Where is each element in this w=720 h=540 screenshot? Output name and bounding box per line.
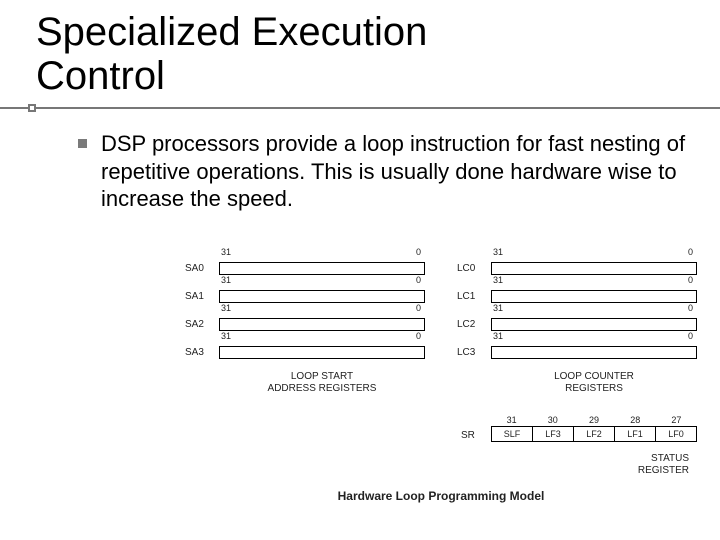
counter-column: LC0 31 0 LC1 31 0 LC2 31 0 (457, 247, 697, 394)
bit-high: 31 (221, 303, 231, 313)
sr-cell: LF0 (656, 427, 696, 441)
register-row: LC3 31 0 (457, 331, 697, 359)
bit-low: 0 (688, 331, 693, 341)
sr-cell: LF3 (533, 427, 574, 441)
bit-high: 31 (221, 331, 231, 341)
bit-high: 31 (493, 247, 503, 257)
sr-caption: STATUS REGISTER (457, 453, 697, 476)
register-box (491, 290, 697, 303)
register-row: LC2 31 0 (457, 303, 697, 331)
caption-line: REGISTER (638, 465, 689, 476)
register-diagram: SA0 31 0 SA1 31 0 SA2 31 0 (185, 247, 697, 394)
register-row: SA3 31 0 (185, 331, 425, 359)
body-text: DSP processors provide a loop instructio… (101, 130, 690, 213)
register-box (219, 290, 425, 303)
caption-line: LOOP START (291, 371, 353, 382)
register-row: SA2 31 0 (185, 303, 425, 331)
bit-low: 0 (688, 303, 693, 313)
register-columns: SA0 31 0 SA1 31 0 SA2 31 0 (185, 247, 697, 394)
bit-low: 0 (416, 275, 421, 285)
sr-bit-numbers: 31 30 29 28 27 (491, 415, 697, 425)
register-label: LC1 (457, 291, 475, 302)
slide: Specialized Execution Control DSP proces… (0, 0, 720, 540)
register-box (491, 318, 697, 331)
register-label: LC0 (457, 263, 475, 274)
sr-bit: 31 (491, 415, 532, 425)
title-line-2: Control (36, 54, 165, 98)
register-box (219, 262, 425, 275)
sr-bit: 28 (615, 415, 656, 425)
bit-low: 0 (688, 247, 693, 257)
slide-title: Specialized Execution Control (0, 0, 720, 104)
bit-high: 31 (493, 275, 503, 285)
figure-caption: Hardware Loop Programming Model (185, 489, 697, 503)
register-label: SA2 (185, 319, 204, 330)
body-paragraph: DSP processors provide a loop instructio… (0, 130, 720, 213)
register-label: LC2 (457, 319, 475, 330)
counter-regs-caption: LOOP COUNTER REGISTERS (457, 371, 697, 394)
register-label: SA0 (185, 263, 204, 274)
caption-line: REGISTERS (565, 383, 623, 394)
bit-low: 0 (416, 331, 421, 341)
sr-cell: LF1 (615, 427, 656, 441)
status-register-row: SR 31 30 29 28 27 SLF LF3 LF2 LF1 LF0 (457, 415, 697, 445)
register-label: SA3 (185, 347, 204, 358)
bit-high: 31 (493, 331, 503, 341)
register-label: LC3 (457, 347, 475, 358)
bullet-icon (78, 139, 87, 148)
caption-line: STATUS (651, 453, 689, 464)
sr-cell: LF2 (574, 427, 615, 441)
sr-bit: 27 (656, 415, 697, 425)
register-label: SA1 (185, 291, 204, 302)
caption-line: LOOP COUNTER (554, 371, 634, 382)
register-row: SA0 31 0 (185, 247, 425, 275)
register-box (491, 346, 697, 359)
status-register-block: SR 31 30 29 28 27 SLF LF3 LF2 LF1 LF0 ST… (457, 415, 697, 476)
bit-high: 31 (221, 247, 231, 257)
register-row: LC1 31 0 (457, 275, 697, 303)
bit-high: 31 (493, 303, 503, 313)
title-divider (0, 104, 720, 112)
divider-ornament (28, 104, 36, 112)
register-box (219, 346, 425, 359)
bit-low: 0 (416, 247, 421, 257)
register-box (219, 318, 425, 331)
register-row: LC0 31 0 (457, 247, 697, 275)
sr-label: SR (461, 430, 475, 441)
sr-cell: SLF (492, 427, 533, 441)
register-row: SA1 31 0 (185, 275, 425, 303)
start-address-column: SA0 31 0 SA1 31 0 SA2 31 0 (185, 247, 425, 394)
bit-high: 31 (221, 275, 231, 285)
sr-box: SLF LF3 LF2 LF1 LF0 (491, 426, 697, 442)
sr-bit: 30 (532, 415, 573, 425)
sr-bit: 29 (573, 415, 614, 425)
caption-line: ADDRESS REGISTERS (268, 383, 377, 394)
divider-line (0, 107, 720, 109)
bit-low: 0 (688, 275, 693, 285)
register-box (491, 262, 697, 275)
title-line-1: Specialized Execution (36, 10, 427, 54)
bit-low: 0 (416, 303, 421, 313)
start-regs-caption: LOOP START ADDRESS REGISTERS (185, 371, 425, 394)
